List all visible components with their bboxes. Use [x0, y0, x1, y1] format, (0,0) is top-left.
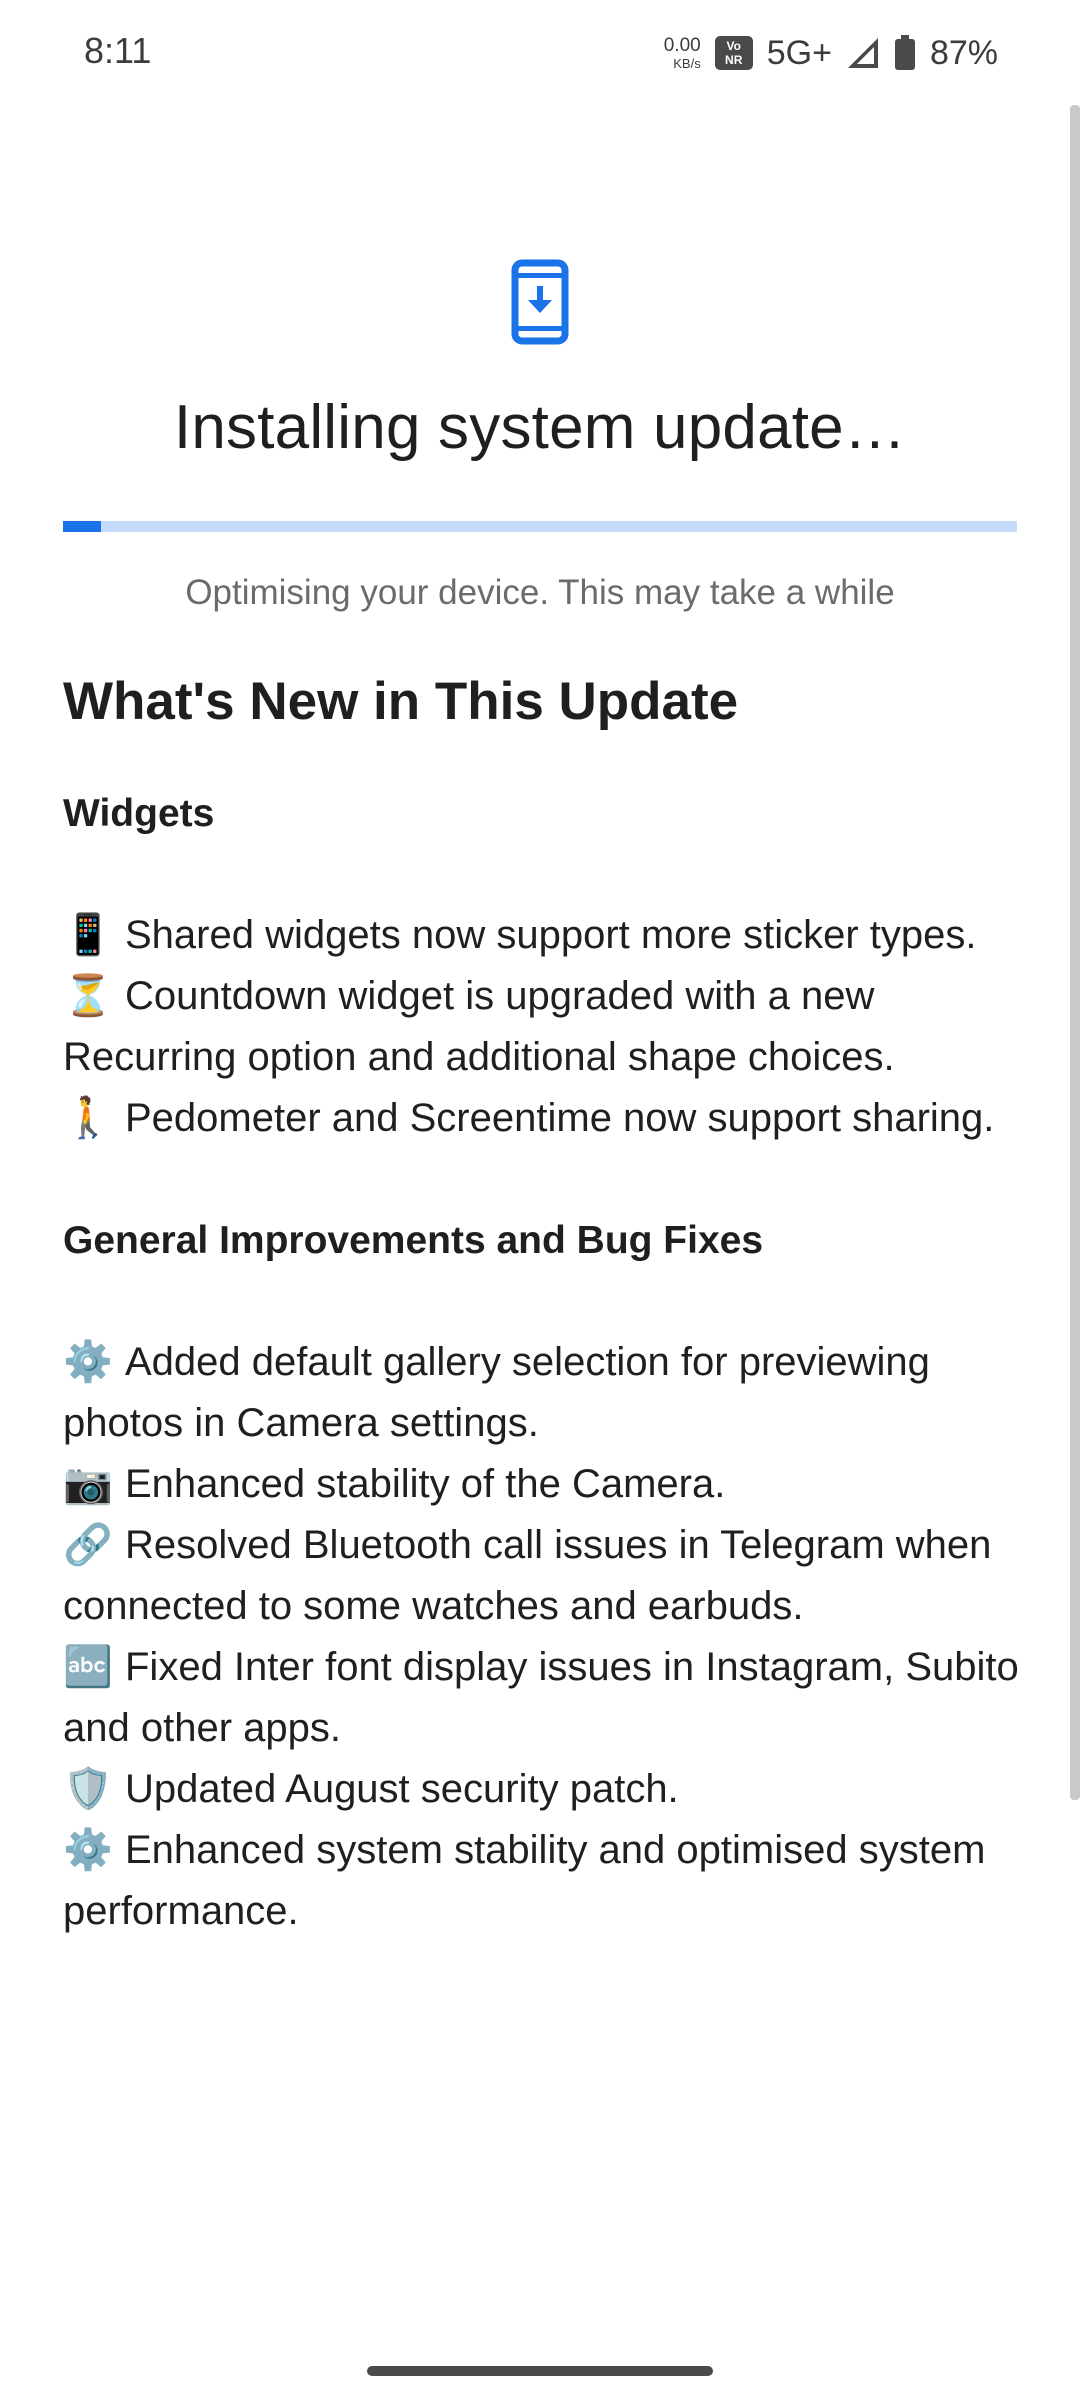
walking-person-icon: 🚶: [63, 1096, 113, 1140]
gear-icon: ⚙️: [63, 1828, 113, 1872]
network-speed-value: 0.00: [663, 35, 701, 56]
link-icon: 🔗: [63, 1523, 113, 1567]
battery-percentage: 87%: [929, 33, 998, 72]
network-speed: 0.00 KB/s: [664, 36, 701, 70]
list-item: 📷 Enhanced stability of the Camera.: [63, 1454, 1023, 1515]
list-item-text: Fixed Inter font display issues in Insta…: [63, 1645, 1019, 1750]
shield-icon: 🛡️: [63, 1767, 113, 1811]
network-speed-unit: KB/s: [673, 56, 701, 71]
vonr-bottom: NR: [725, 53, 743, 67]
network-type: 5G+: [766, 33, 832, 72]
list-item: 📱 Shared widgets now support more sticker…: [63, 905, 1023, 966]
vonr-icon: Vo NR: [714, 36, 753, 70]
install-progress-bar: [63, 521, 1017, 532]
abc-icon: 🔤: [63, 1645, 113, 1689]
status-message: Optimising your device. This may take a …: [185, 573, 895, 612]
list-item-text: Pedometer and Screentime now support sha…: [125, 1096, 995, 1140]
section-title-widgets: Widgets: [63, 792, 215, 835]
status-time: 8:11: [84, 30, 152, 71]
list-item: 🛡️ Updated August security patch.: [63, 1759, 1023, 1820]
battery-icon: [894, 35, 915, 70]
list-item: 🔤 Fixed Inter font display issues in Inst…: [63, 1637, 1023, 1759]
vonr-top: Vo: [726, 39, 741, 53]
camera-icon: 📷: [63, 1462, 113, 1506]
home-indicator[interactable]: [367, 2366, 713, 2376]
signal-icon: [847, 38, 878, 68]
list-item: ⚙️ Enhanced system stability and optimise…: [63, 1820, 1023, 1942]
release-notes: What's New in This Update Widgets 📱 Share…: [63, 665, 1023, 1942]
list-item-text: Resolved Bluetooth call issues in Telegr…: [63, 1523, 992, 1628]
phone-icon: 📱: [63, 913, 113, 957]
list-item: ⚙️ Added default gallery selection for pr…: [63, 1332, 1023, 1454]
status-bar: 8:11 0.00 KB/s Vo NR 5G+ 87%: [0, 0, 1080, 106]
list-item: 🔗 Resolved Bluetooth call issues in Teleg…: [63, 1515, 1023, 1637]
status-icons: 0.00 KB/s Vo NR 5G+ 87%: [664, 28, 998, 78]
scrollbar[interactable]: [1070, 105, 1080, 1800]
hourglass-icon: ⏳: [63, 974, 113, 1018]
list-item: 🚶 Pedometer and Screentime now support sh…: [63, 1088, 1023, 1149]
list-item-text: Shared widgets now support more sticker …: [125, 913, 977, 957]
list-item-text: Enhanced system stability and optimised …: [63, 1828, 986, 1933]
release-notes-heading: What's New in This Update: [63, 672, 739, 731]
list-item-text: Updated August security patch.: [125, 1767, 679, 1811]
phone-download-icon: [511, 259, 569, 345]
page-title: Installing system update…: [173, 393, 907, 462]
section-title-general: General Improvements and Bug Fixes: [63, 1219, 764, 1262]
gear-icon: ⚙️: [63, 1340, 113, 1384]
list-item-text: Added default gallery selection for prev…: [63, 1340, 930, 1445]
list-item: ⏳ Countdown widget is upgraded with a new…: [63, 966, 1023, 1088]
install-progress-fill: [63, 521, 102, 532]
list-item-text: Countdown widget is upgraded with a new …: [63, 974, 895, 1079]
list-item-text: Enhanced stability of the Camera.: [125, 1462, 726, 1506]
